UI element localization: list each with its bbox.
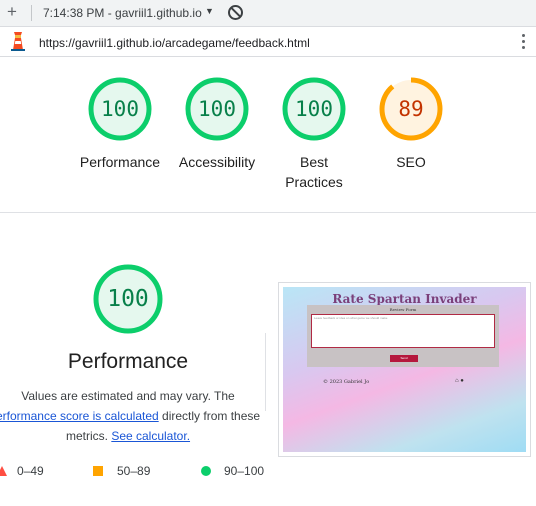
url-text[interactable]: https://gavriil1.github.io/arcadegame/fe…: [39, 36, 310, 50]
screenshot-footer-icons: ⌂ ●: [455, 378, 464, 384]
gauge-score: 100: [198, 97, 236, 121]
score-calculated-link[interactable]: erformance score is calculated: [0, 409, 159, 423]
section-divider: [0, 212, 536, 213]
gauge-score: 100: [295, 97, 333, 121]
new-tab-icon[interactable]: +: [7, 2, 17, 22]
screenshot-copyright: © 2023 Gabriel Jo: [323, 379, 370, 385]
screenshot-form: Review Form Leave feedback or idea on wh…: [307, 305, 499, 367]
title-separator: [31, 5, 32, 21]
desc-text-1: Values are estimated and may vary. The: [21, 389, 235, 403]
blocked-icon[interactable]: [228, 5, 243, 20]
desc-text-2: directly from these: [158, 409, 261, 423]
gauge-label: Accessibility: [178, 154, 256, 170]
legend-average-label: 50–89: [117, 464, 151, 478]
page-screenshot[interactable]: Rate Spartan Invader Review Form Leave f…: [278, 282, 531, 457]
performance-title: Performance: [67, 350, 189, 373]
lighthouse-icon: [9, 30, 27, 55]
pass-circle-icon: [201, 465, 211, 479]
kebab-menu-icon[interactable]: [522, 34, 525, 52]
performance-score: 100: [107, 286, 149, 312]
gauge-label: Best Practices: [285, 154, 343, 190]
screenshot-send-button: Send: [390, 355, 418, 362]
tab-title[interactable]: 7:14:38 PM - gavriil1.github.io: [43, 6, 202, 20]
screenshot-title: Rate Spartan Invader: [332, 292, 477, 306]
chevron-down-icon[interactable]: ▼: [205, 6, 214, 16]
gauge-label: SEO: [396, 154, 426, 170]
address-bar: https://gavriil1.github.io/arcadegame/fe…: [0, 27, 536, 57]
legend-pass: 90–100: [201, 463, 271, 479]
screenshot-textarea: Leave feedback or idea on what game we s…: [311, 314, 495, 348]
desc-text-3: metrics.: [65, 429, 112, 443]
gauge-accessibility[interactable]: 100 Accessibility: [162, 76, 272, 172]
gauge-label: Performance: [79, 154, 161, 170]
gauge-score: 100: [101, 97, 139, 121]
screenshot-form-label: Review Form: [389, 307, 417, 312]
gauge-best-practices[interactable]: 100 Best Practices: [259, 76, 369, 192]
legend-pass-label: 90–100: [224, 464, 265, 478]
screenshot-placeholder: Leave feedback or idea on what game we s…: [314, 316, 388, 320]
legend-fail: 0–49: [0, 463, 60, 479]
category-gauges: 100 Performance 100 Accessibility 100 Best Pr…: [0, 76, 536, 196]
browser-title-bar: + 7:14:38 PM - gavriil1.github.io ▼: [0, 0, 536, 27]
performance-description: Values are estimated and may vary. The e…: [0, 386, 276, 446]
gauge-seo[interactable]: 89 SEO: [356, 76, 466, 172]
see-calculator-link[interactable]: See calculator.: [111, 429, 190, 443]
legend-fail-label: 0–49: [17, 464, 44, 478]
performance-gauge[interactable]: 100: [91, 262, 165, 336]
legend-average: 50–89: [93, 463, 163, 479]
gauge-score: 89: [398, 97, 424, 121]
screenshot-content: Rate Spartan Invader Review Form Leave f…: [283, 287, 526, 452]
fail-triangle-icon: [0, 465, 7, 479]
average-square-icon: [93, 465, 103, 479]
gauge-performance[interactable]: 100 Performance: [65, 76, 175, 172]
